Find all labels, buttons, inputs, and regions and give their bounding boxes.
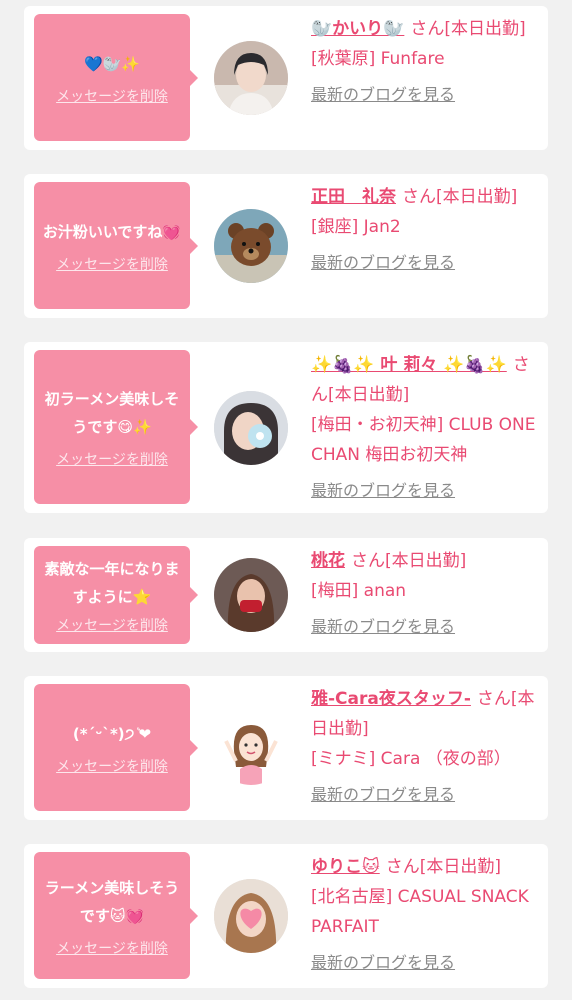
shop-area: [梅田・お初天神] CLUB ONE CHAN 梅田お初天神 <box>311 415 536 465</box>
person-icon <box>214 558 288 632</box>
message-bubble: ラーメン美味しそうです🐱💓 メッセージを削除 <box>34 852 198 979</box>
cast-info: ゆりこ🐱 さん[本日出勤] [北名古屋] CASUAL SNACK PARFAIT… <box>311 852 545 978</box>
cast-status: さん[本日出勤] <box>351 551 467 571</box>
cast-info: 正田 礼奈 さん[本日出勤] [銀座] Jan2 最新のブログを見る <box>311 182 545 278</box>
latest-blog-link[interactable]: 最新のブログを見る <box>311 248 545 278</box>
message-text: 初ラーメン美味しそうです😋✨ <box>44 390 180 436</box>
message-bubble: お汁粉いいですね💓 メッセージを削除 <box>34 182 198 309</box>
message-text: 💙🦭✨ <box>83 54 141 73</box>
message-text: ラーメン美味しそうです🐱💓 <box>44 878 180 925</box>
delete-message-link[interactable]: メッセージを削除 <box>56 938 168 958</box>
cast-name-link[interactable]: ゆりこ🐱 <box>311 857 380 877</box>
cast-status: さん[本日出勤] <box>410 19 526 39</box>
cast-status: さん[本日出勤] <box>385 857 501 877</box>
message-card: お汁粉いいですね💓 メッセージを削除 正田 礼奈 さん[本日出勤] [銀座] Ja… <box>24 174 548 318</box>
person-icon <box>214 41 288 115</box>
avatar[interactable] <box>214 558 288 632</box>
message-bubble: (*ˊᵕˋ*)੭ ͛❤ メッセージを削除 <box>34 684 198 811</box>
delete-message-link[interactable]: メッセージを削除 <box>56 86 168 106</box>
shop-area: [ミナミ] Cara （夜の部） <box>311 749 511 769</box>
flower-face-icon <box>214 391 288 465</box>
cast-name-link[interactable]: 🦭かいり🦭 <box>311 19 404 39</box>
avatar[interactable] <box>214 209 288 283</box>
latest-blog-link[interactable]: 最新のブログを見る <box>311 80 545 110</box>
avatar[interactable] <box>214 879 288 953</box>
cast-name-link[interactable]: 正田 礼奈 <box>311 187 396 207</box>
cast-status: さん[本日出勤] <box>402 187 518 207</box>
message-text: お汁粉いいですね💓 <box>42 222 182 241</box>
avatar[interactable] <box>214 41 288 115</box>
cast-name-link[interactable]: 桃花 <box>311 551 345 571</box>
message-card: ラーメン美味しそうです🐱💓 メッセージを削除 ゆりこ🐱 さん[本日出勤] [北名古… <box>24 844 548 988</box>
message-card: 素敵な一年になりますように⭐ メッセージを削除 桃花 さん[本日出勤] [梅田] … <box>24 538 548 652</box>
delete-message-link[interactable]: メッセージを削除 <box>56 254 168 274</box>
cast-info: 🦭かいり🦭 さん[本日出勤] [秋葉原] Funfare 最新のブログを見る <box>311 14 545 110</box>
message-feed: 💙🦭✨ メッセージを削除 🦭かいり🦭 さん[本日出勤] [秋葉原] Funfare… <box>0 0 572 1000</box>
avatar[interactable] <box>214 391 288 465</box>
cast-info: 雅-Cara夜スタッフ- さん[本日出勤] [ミナミ] Cara （夜の部） 最新… <box>311 684 545 810</box>
message-bubble: 💙🦭✨ メッセージを削除 <box>34 14 198 141</box>
avatar[interactable] <box>214 711 288 785</box>
message-bubble: 初ラーメン美味しそうです😋✨ メッセージを削除 <box>34 350 198 504</box>
shop-area: [梅田] anan <box>311 581 407 601</box>
latest-blog-link[interactable]: 最新のブログを見る <box>311 780 545 810</box>
cartoon-girl-icon <box>214 711 288 785</box>
message-card: 💙🦭✨ メッセージを削除 🦭かいり🦭 さん[本日出勤] [秋葉原] Funfare… <box>24 6 548 150</box>
latest-blog-link[interactable]: 最新のブログを見る <box>311 948 545 978</box>
shop-area: [北名古屋] CASUAL SNACK PARFAIT <box>311 887 529 937</box>
shop-area: [秋葉原] Funfare <box>311 49 445 69</box>
message-card: (*ˊᵕˋ*)੭ ͛❤ メッセージを削除 雅-Cara夜スタッフ- さん[本日出勤… <box>24 676 548 820</box>
message-text: 素敵な一年になりますように⭐ <box>44 560 180 606</box>
heart-face-icon <box>214 879 288 953</box>
bear-icon <box>214 209 288 283</box>
latest-blog-link[interactable]: 最新のブログを見る <box>311 612 545 642</box>
cast-name-link[interactable]: ✨🍇✨ 叶 莉々 ✨🍇✨ <box>311 355 507 375</box>
cast-info: ✨🍇✨ 叶 莉々 ✨🍇✨ さん[本日出勤] [梅田・お初天神] CLUB ONE … <box>311 350 545 506</box>
cast-info: 桃花 さん[本日出勤] [梅田] anan 最新のブログを見る <box>311 546 545 642</box>
message-text: (*ˊᵕˋ*)੭ ͛❤ <box>72 724 152 743</box>
latest-blog-link[interactable]: 最新のブログを見る <box>311 476 545 506</box>
shop-area: [銀座] Jan2 <box>311 217 401 237</box>
message-bubble: 素敵な一年になりますように⭐ メッセージを削除 <box>34 546 198 644</box>
delete-message-link[interactable]: メッセージを削除 <box>56 756 168 776</box>
delete-message-link[interactable]: メッセージを削除 <box>56 615 168 635</box>
message-card: 初ラーメン美味しそうです😋✨ メッセージを削除 ✨🍇✨ 叶 莉々 ✨🍇✨ さん[本… <box>24 342 548 513</box>
delete-message-link[interactable]: メッセージを削除 <box>56 449 168 469</box>
cast-name-link[interactable]: 雅-Cara夜スタッフ- <box>311 689 471 709</box>
